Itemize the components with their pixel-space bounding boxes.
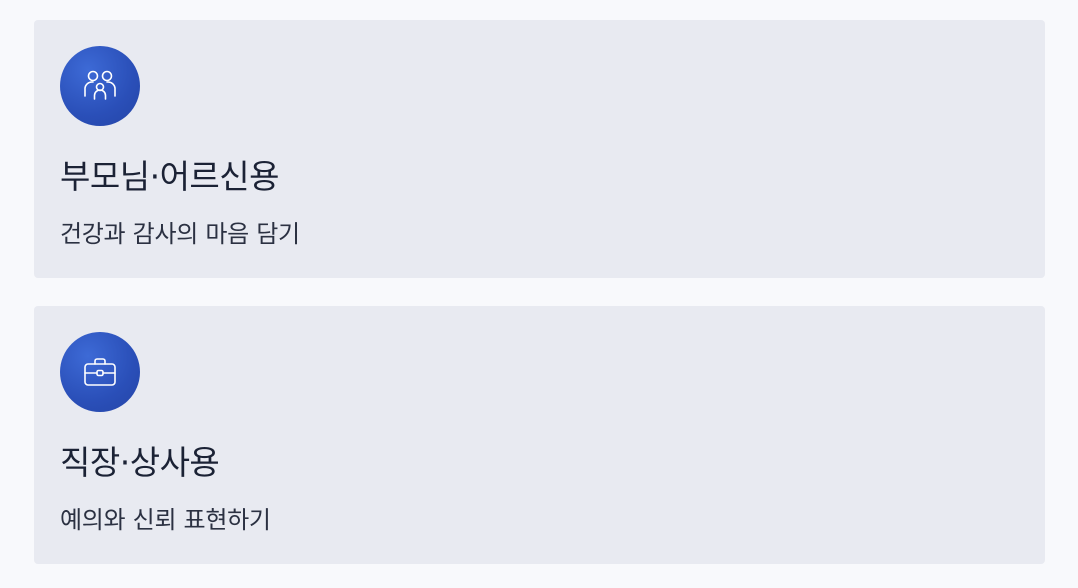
card-title: 직장·상사용: [60, 443, 220, 482]
briefcase-icon: [60, 332, 140, 412]
card-description: 예의와 신뢰 표현하기: [60, 506, 271, 534]
card-description: 건강과 감사의 마음 담기: [60, 220, 300, 248]
category-card-parents[interactable]: 부모님·어르신용 건강과 감사의 마음 담기: [34, 20, 1045, 278]
card-title: 부모님·어르신용: [60, 157, 280, 196]
category-card-work[interactable]: 직장·상사용 예의와 신뢰 표현하기: [34, 306, 1045, 564]
family-icon: [60, 46, 140, 126]
